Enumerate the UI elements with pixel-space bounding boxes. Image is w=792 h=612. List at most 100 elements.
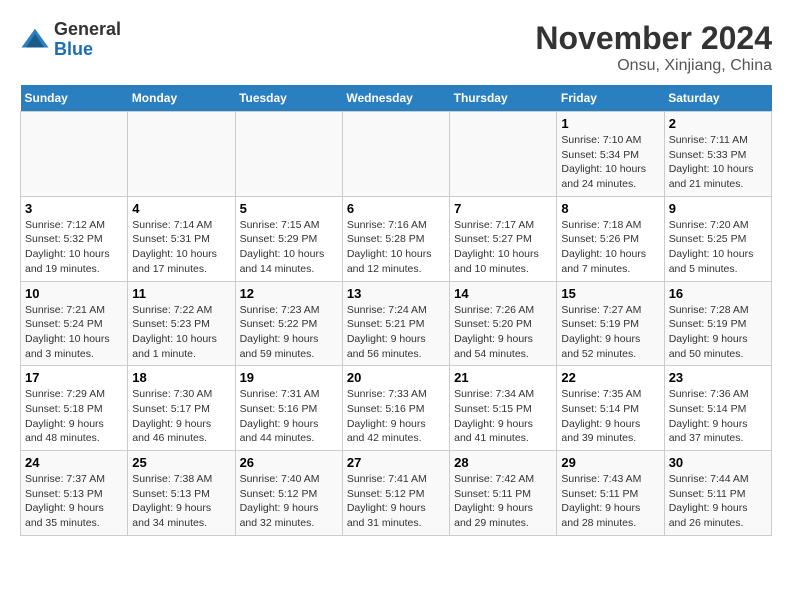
calendar-cell: 13 Sunrise: 7:24 AM Sunset: 5:21 PM Dayli…: [342, 281, 449, 366]
day-info: Sunrise: 7:16 AM Sunset: 5:28 PM Dayligh…: [347, 218, 445, 277]
calendar-cell: [342, 112, 449, 197]
calendar-cell: [128, 112, 235, 197]
calendar-cell: 11 Sunrise: 7:22 AM Sunset: 5:23 PM Dayli…: [128, 281, 235, 366]
day-number: 8: [561, 201, 659, 216]
weekday-header-saturday: Saturday: [664, 85, 771, 112]
calendar-cell: 29 Sunrise: 7:43 AM Sunset: 5:11 PM Dayli…: [557, 451, 664, 536]
day-number: 1: [561, 116, 659, 131]
day-info: Sunrise: 7:28 AM Sunset: 5:19 PM Dayligh…: [669, 303, 767, 362]
weekday-header-row: SundayMondayTuesdayWednesdayThursdayFrid…: [21, 85, 772, 112]
weekday-header-monday: Monday: [128, 85, 235, 112]
calendar-cell: 30 Sunrise: 7:44 AM Sunset: 5:11 PM Dayli…: [664, 451, 771, 536]
calendar-cell: 21 Sunrise: 7:34 AM Sunset: 5:15 PM Dayli…: [450, 366, 557, 451]
day-info: Sunrise: 7:22 AM Sunset: 5:23 PM Dayligh…: [132, 303, 230, 362]
calendar-cell: 23Sunrise: 7:36 AM Sunset: 5:14 PM Dayli…: [664, 366, 771, 451]
calendar-cell: 7Sunrise: 7:17 AM Sunset: 5:27 PM Daylig…: [450, 196, 557, 281]
calendar-cell: 26Sunrise: 7:40 AM Sunset: 5:12 PM Dayli…: [235, 451, 342, 536]
week-row-2: 10Sunrise: 7:21 AM Sunset: 5:24 PM Dayli…: [21, 281, 772, 366]
day-info: Sunrise: 7:44 AM Sunset: 5:11 PM Dayligh…: [669, 472, 767, 531]
day-number: 28: [454, 455, 552, 470]
calendar-cell: 4Sunrise: 7:14 AM Sunset: 5:31 PM Daylig…: [128, 196, 235, 281]
day-number: 5: [240, 201, 338, 216]
location: Onsu, Xinjiang, China: [535, 57, 772, 75]
day-number: 2: [669, 116, 767, 131]
day-number: 9: [669, 201, 767, 216]
weekday-header-thursday: Thursday: [450, 85, 557, 112]
calendar-cell: 8 Sunrise: 7:18 AM Sunset: 5:26 PM Daylig…: [557, 196, 664, 281]
day-info: Sunrise: 7:36 AM Sunset: 5:14 PM Dayligh…: [669, 387, 767, 446]
logo-icon: [20, 25, 50, 55]
calendar-cell: 27Sunrise: 7:41 AM Sunset: 5:12 PM Dayli…: [342, 451, 449, 536]
day-number: 27: [347, 455, 445, 470]
day-number: 19: [240, 370, 338, 385]
weekday-header-sunday: Sunday: [21, 85, 128, 112]
day-info: Sunrise: 7:11 AM Sunset: 5:33 PM Dayligh…: [669, 133, 767, 192]
day-number: 21: [454, 370, 552, 385]
day-info: Sunrise: 7:18 AM Sunset: 5:26 PM Dayligh…: [561, 218, 659, 277]
calendar-cell: 10Sunrise: 7:21 AM Sunset: 5:24 PM Dayli…: [21, 281, 128, 366]
calendar-cell: 15Sunrise: 7:27 AM Sunset: 5:19 PM Dayli…: [557, 281, 664, 366]
day-info: Sunrise: 7:12 AM Sunset: 5:32 PM Dayligh…: [25, 218, 123, 277]
calendar-cell: 6 Sunrise: 7:16 AM Sunset: 5:28 PM Daylig…: [342, 196, 449, 281]
day-info: Sunrise: 7:29 AM Sunset: 5:18 PM Dayligh…: [25, 387, 123, 446]
week-row-3: 17 Sunrise: 7:29 AM Sunset: 5:18 PM Dayli…: [21, 366, 772, 451]
calendar-cell: 19 Sunrise: 7:31 AM Sunset: 5:16 PM Dayli…: [235, 366, 342, 451]
day-number: 17: [25, 370, 123, 385]
calendar-cell: 9 Sunrise: 7:20 AM Sunset: 5:25 PM Daylig…: [664, 196, 771, 281]
day-info: Sunrise: 7:30 AM Sunset: 5:17 PM Dayligh…: [132, 387, 230, 446]
calendar-cell: 22 Sunrise: 7:35 AM Sunset: 5:14 PM Dayli…: [557, 366, 664, 451]
calendar-cell: 25Sunrise: 7:38 AM Sunset: 5:13 PM Dayli…: [128, 451, 235, 536]
calendar-cell: [450, 112, 557, 197]
calendar-table: SundayMondayTuesdayWednesdayThursdayFrid…: [20, 85, 772, 536]
week-row-1: 3 Sunrise: 7:12 AM Sunset: 5:32 PM Daylig…: [21, 196, 772, 281]
calendar-cell: [21, 112, 128, 197]
day-number: 22: [561, 370, 659, 385]
day-number: 26: [240, 455, 338, 470]
day-info: Sunrise: 7:15 AM Sunset: 5:29 PM Dayligh…: [240, 218, 338, 277]
logo-general: General: [54, 19, 121, 39]
day-info: Sunrise: 7:23 AM Sunset: 5:22 PM Dayligh…: [240, 303, 338, 362]
calendar-cell: 24Sunrise: 7:37 AM Sunset: 5:13 PM Dayli…: [21, 451, 128, 536]
calendar-cell: 1 Sunrise: 7:10 AM Sunset: 5:34 PM Daylig…: [557, 112, 664, 197]
month-title: November 2024: [535, 20, 772, 57]
day-number: 15: [561, 286, 659, 301]
day-info: Sunrise: 7:35 AM Sunset: 5:14 PM Dayligh…: [561, 387, 659, 446]
day-info: Sunrise: 7:21 AM Sunset: 5:24 PM Dayligh…: [25, 303, 123, 362]
day-info: Sunrise: 7:17 AM Sunset: 5:27 PM Dayligh…: [454, 218, 552, 277]
title-block: November 2024 Onsu, Xinjiang, China: [535, 20, 772, 75]
week-row-4: 24Sunrise: 7:37 AM Sunset: 5:13 PM Dayli…: [21, 451, 772, 536]
week-row-0: 1 Sunrise: 7:10 AM Sunset: 5:34 PM Daylig…: [21, 112, 772, 197]
day-info: Sunrise: 7:20 AM Sunset: 5:25 PM Dayligh…: [669, 218, 767, 277]
day-number: 13: [347, 286, 445, 301]
calendar-cell: [235, 112, 342, 197]
day-info: Sunrise: 7:33 AM Sunset: 5:16 PM Dayligh…: [347, 387, 445, 446]
logo: General Blue: [20, 20, 121, 60]
day-info: Sunrise: 7:26 AM Sunset: 5:20 PM Dayligh…: [454, 303, 552, 362]
calendar-cell: 14Sunrise: 7:26 AM Sunset: 5:20 PM Dayli…: [450, 281, 557, 366]
day-number: 4: [132, 201, 230, 216]
day-number: 3: [25, 201, 123, 216]
day-number: 11: [132, 286, 230, 301]
day-number: 6: [347, 201, 445, 216]
calendar-cell: 12 Sunrise: 7:23 AM Sunset: 5:22 PM Dayli…: [235, 281, 342, 366]
day-info: Sunrise: 7:24 AM Sunset: 5:21 PM Dayligh…: [347, 303, 445, 362]
day-number: 20: [347, 370, 445, 385]
day-number: 18: [132, 370, 230, 385]
day-number: 29: [561, 455, 659, 470]
page-header: General Blue November 2024 Onsu, Xinjian…: [20, 20, 772, 75]
day-number: 12: [240, 286, 338, 301]
day-info: Sunrise: 7:34 AM Sunset: 5:15 PM Dayligh…: [454, 387, 552, 446]
logo-blue: Blue: [54, 39, 93, 59]
calendar-cell: 28Sunrise: 7:42 AM Sunset: 5:11 PM Dayli…: [450, 451, 557, 536]
day-number: 25: [132, 455, 230, 470]
calendar-cell: 18 Sunrise: 7:30 AM Sunset: 5:17 PM Dayli…: [128, 366, 235, 451]
day-number: 16: [669, 286, 767, 301]
calendar-cell: 5 Sunrise: 7:15 AM Sunset: 5:29 PM Daylig…: [235, 196, 342, 281]
calendar-cell: 16 Sunrise: 7:28 AM Sunset: 5:19 PM Dayli…: [664, 281, 771, 366]
day-info: Sunrise: 7:10 AM Sunset: 5:34 PM Dayligh…: [561, 133, 659, 192]
calendar-cell: 17 Sunrise: 7:29 AM Sunset: 5:18 PM Dayli…: [21, 366, 128, 451]
calendar-cell: 3 Sunrise: 7:12 AM Sunset: 5:32 PM Daylig…: [21, 196, 128, 281]
day-info: Sunrise: 7:43 AM Sunset: 5:11 PM Dayligh…: [561, 472, 659, 531]
day-info: Sunrise: 7:31 AM Sunset: 5:16 PM Dayligh…: [240, 387, 338, 446]
day-number: 30: [669, 455, 767, 470]
